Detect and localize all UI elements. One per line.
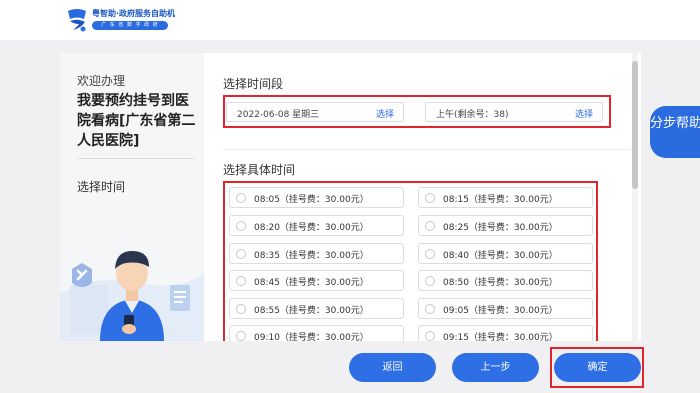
section-divider — [223, 149, 631, 150]
radio-icon[interactable] — [236, 276, 246, 286]
right-panel: 选择时间段 2022-06-08 星期三 选择 上午(剩余号：38) 选择 选择… — [204, 53, 641, 341]
time-slot[interactable]: 08:40（挂号费：30.00元） — [418, 243, 593, 264]
time-slot-label: 08:55（挂号费：30.00元） — [254, 306, 369, 316]
time-slot[interactable]: 09:10（挂号费：30.00元） — [229, 325, 404, 341]
time-slot-label: 08:35（挂号费：30.00元） — [254, 251, 369, 261]
time-slot-label: 08:25（挂号费：30.00元） — [443, 223, 558, 233]
step-help-button[interactable]: 分步帮助 — [650, 106, 700, 158]
time-slot[interactable]: 08:05（挂号费：30.00元） — [229, 187, 404, 208]
radio-icon[interactable] — [236, 249, 246, 259]
time-slot[interactable]: 08:15（挂号费：30.00元） — [418, 187, 593, 208]
radio-icon[interactable] — [236, 331, 246, 341]
left-panel: 欢迎办理 我要预约挂号到医院看病[广东省第二人民医院] 选择时间 — [60, 53, 204, 341]
time-slot[interactable]: 08:55（挂号费：30.00元） — [229, 298, 404, 319]
time-period-label: 选择时间段 — [223, 77, 284, 91]
time-slot-label: 08:15（挂号费：30.00元） — [443, 195, 558, 205]
radio-icon[interactable] — [236, 304, 246, 314]
back-button[interactable]: 返回 — [349, 353, 436, 382]
time-slot[interactable]: 09:05（挂号费：30.00元） — [418, 298, 593, 319]
main-card: 欢迎办理 我要预约挂号到医院看病[广东省第二人民医院] 选择时间 选择时间段 2… — [60, 53, 641, 341]
date-value: 2022-06-08 星期三 — [237, 110, 320, 120]
radio-icon[interactable] — [425, 276, 435, 286]
period-select-link[interactable]: 选择 — [575, 107, 593, 120]
divider — [77, 158, 195, 159]
yue-logo-icon — [68, 9, 86, 32]
time-slot[interactable]: 08:45（挂号费：30.00元） — [229, 270, 404, 291]
time-slot-label: 08:20（挂号费：30.00元） — [254, 223, 369, 233]
radio-icon[interactable] — [425, 221, 435, 231]
time-slot-label: 09:10（挂号费：30.00元） — [254, 333, 369, 341]
time-slot[interactable]: 08:20（挂号费：30.00元） — [229, 215, 404, 236]
doctor-illustration — [60, 251, 204, 341]
time-slot[interactable]: 08:35（挂号费：30.00元） — [229, 243, 404, 264]
time-slot-label: 08:05（挂号费：30.00元） — [254, 195, 369, 205]
radio-icon[interactable] — [425, 193, 435, 203]
app-logo: 粤智助·政府服务自助机 广 东 省 数 字 政 府 — [64, 6, 175, 34]
time-slot-label: 09:05（挂号费：30.00元） — [443, 306, 558, 316]
radio-icon[interactable] — [425, 331, 435, 341]
time-slot-label: 08:45（挂号费：30.00元） — [254, 278, 369, 288]
current-step: 选择时间 — [77, 180, 126, 194]
time-slot-label: 08:40（挂号费：30.00元） — [443, 251, 558, 261]
period-field[interactable]: 上午(剩余号：38) 选择 — [425, 102, 603, 122]
time-slot-grid: 08:05（挂号费：30.00元） 08:15（挂号费：30.00元） 08:2… — [223, 181, 598, 341]
radio-icon[interactable] — [236, 193, 246, 203]
service-title: 我要预约挂号到医院看病[广东省第二人民医院] — [77, 93, 196, 149]
welcome-text: 欢迎办理 — [77, 74, 126, 88]
top-bar: 粤智助·政府服务自助机 广 东 省 数 字 政 府 — [0, 0, 700, 40]
time-slot[interactable]: 08:50（挂号费：30.00元） — [418, 270, 593, 291]
confirm-button[interactable]: 确定 — [554, 353, 641, 382]
date-field[interactable]: 2022-06-08 星期三 选择 — [226, 102, 404, 122]
app-name: 粤智助·政府服务自助机 — [92, 9, 176, 18]
radio-icon[interactable] — [425, 249, 435, 259]
time-slot-label: 09:15（挂号费：30.00元） — [443, 333, 558, 341]
date-select-link[interactable]: 选择 — [376, 107, 394, 120]
radio-icon[interactable] — [236, 221, 246, 231]
time-slot[interactable]: 09:15（挂号费：30.00元） — [418, 325, 593, 341]
time-slot-label: 08:50（挂号费：30.00元） — [443, 278, 558, 288]
specific-time-label: 选择具体时间 — [223, 163, 296, 177]
scrollbar-thumb[interactable] — [632, 61, 638, 189]
time-period-highlight: 2022-06-08 星期三 选择 上午(剩余号：38) 选择 — [223, 95, 611, 128]
period-value: 上午(剩余号：38) — [436, 110, 509, 120]
time-slot[interactable]: 08:25（挂号费：30.00元） — [418, 215, 593, 236]
radio-icon[interactable] — [425, 304, 435, 314]
previous-step-button[interactable]: 上一步 — [452, 353, 539, 382]
app-tagline: 广 东 省 数 字 政 府 — [92, 21, 168, 30]
